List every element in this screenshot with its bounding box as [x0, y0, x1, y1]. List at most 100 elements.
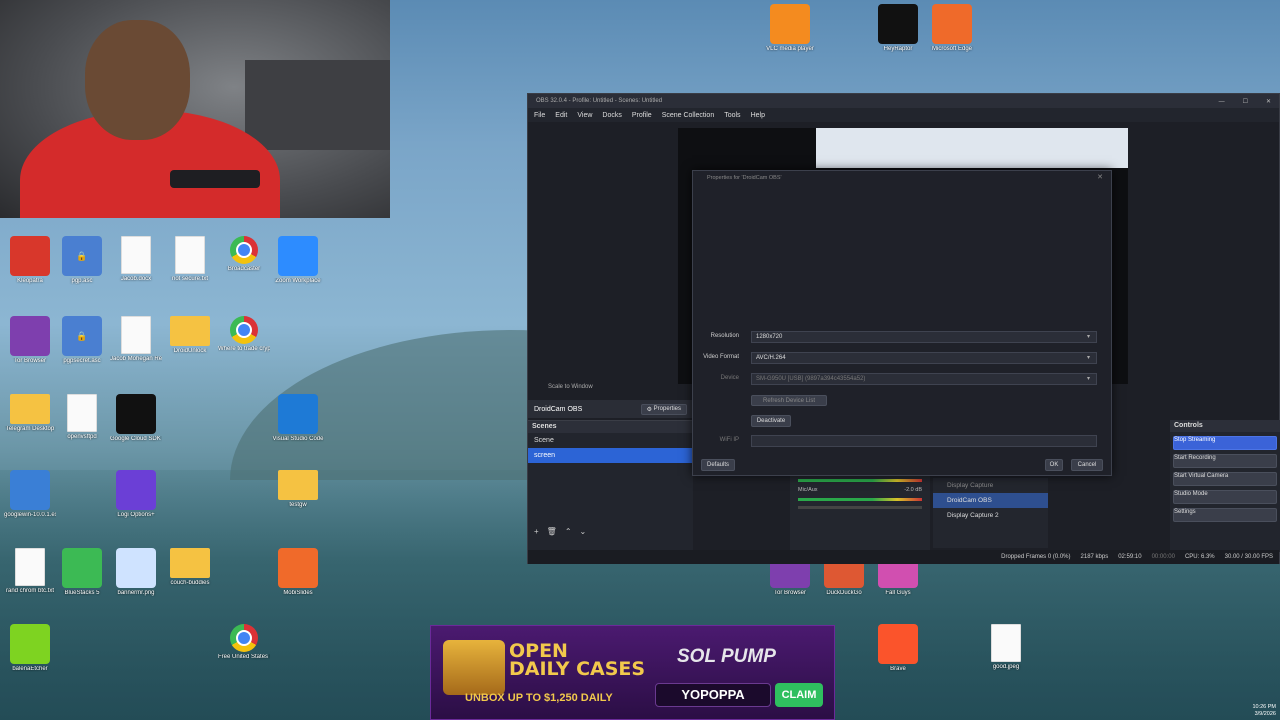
desktop-icon[interactable]: Logi Options+	[110, 470, 162, 519]
desktop-icon[interactable]: Tor Browser	[4, 316, 56, 365]
ok-button[interactable]: OK	[1045, 459, 1063, 471]
desktop-icon[interactable]: couch-buddies	[164, 548, 216, 587]
desktop-icon[interactable]: VLC media player	[764, 4, 816, 53]
source-item-selected[interactable]: DroidCam OBS	[933, 493, 1048, 508]
desktop-icon[interactable]: BlueStacks 5	[56, 548, 108, 597]
deactivate-button[interactable]: Deactivate	[751, 415, 791, 427]
menu-tools[interactable]: Tools	[724, 112, 740, 119]
desktop-icon[interactable]: MobiSlides	[272, 548, 324, 597]
audio-mixer: Mic/Aux -2.0 dB	[790, 474, 930, 550]
treasure-chest-icon	[443, 640, 505, 695]
properties-button[interactable]: ⚙ Properties	[640, 403, 687, 415]
desktop-icon[interactable]: Telegram Desktop	[4, 394, 56, 433]
close-icon[interactable]: ✕	[1266, 99, 1271, 105]
cancel-button[interactable]: Cancel	[1071, 459, 1103, 471]
menu-edit[interactable]: Edit	[555, 112, 567, 119]
desktop-icon[interactable]: not secure.txt	[164, 236, 216, 283]
refresh-device-list-button[interactable]: Refresh Device List	[751, 395, 827, 406]
desktop-icon[interactable]: rand chrom btc.txt	[4, 548, 56, 595]
down-icon[interactable]: ⌄	[580, 527, 595, 536]
tray-time: 10:26 PM	[1252, 704, 1276, 710]
close-icon[interactable]: ✕	[1097, 173, 1103, 181]
menu-file[interactable]: File	[534, 112, 545, 119]
document-icon	[175, 236, 205, 274]
desktop-icon[interactable]: Google Cloud SDK Shell	[110, 394, 162, 443]
scene-item[interactable]: Scene	[528, 433, 693, 448]
desktop-icon[interactable]: Jacob.docx	[110, 236, 162, 283]
webcam-person-head	[85, 20, 190, 140]
desktop-icon[interactable]: balenaEtcher	[4, 624, 56, 673]
desktop-icon[interactable]: good.jpeg	[980, 624, 1032, 671]
system-tray-clock[interactable]: 10:26 PM 3/9/2026	[1252, 704, 1276, 718]
defaults-button[interactable]: Defaults	[701, 459, 735, 471]
desktop-icon[interactable]: Brave	[872, 624, 924, 673]
desktop-icon[interactable]: Free United States Proxy List (283...	[218, 624, 270, 661]
mixer-row: Mic/Aux -2.0 dB	[790, 487, 930, 493]
properties-label: Properties	[653, 406, 681, 412]
device-select[interactable]: SM-G950U [USB] (9897a394c43554a52) ▾	[751, 373, 1097, 385]
app-icon	[878, 624, 918, 664]
promo-code: YOPOPPA	[655, 683, 771, 707]
desktop-icon[interactable]: openvsftpd	[56, 394, 108, 441]
source-item[interactable]: Display Capture	[933, 478, 1048, 493]
document-icon	[15, 548, 45, 586]
menu-scene-collection[interactable]: Scene Collection	[662, 112, 715, 119]
desktop-icon[interactable]: Broadcaster	[218, 236, 270, 273]
desktop-icon[interactable]: Zoom Workplace	[272, 236, 324, 285]
source-item[interactable]: Display Capture 2	[933, 508, 1048, 523]
desktop-icon-label: Microsoft Edge	[931, 46, 973, 52]
zoom-label[interactable]: Scale to Window	[548, 384, 593, 390]
promo-banner[interactable]: OPEN DAILY CASES UNBOX UP TO $1,250 DAILY…	[430, 625, 835, 720]
dialog-title: Properties for 'DroidCam OBS'	[707, 175, 782, 181]
scene-item-selected[interactable]: screen	[528, 448, 693, 463]
desktop-icon[interactable]: bannermr.png	[110, 548, 162, 597]
start-recording-button[interactable]: Start Recording	[1173, 454, 1277, 468]
desktop-icon[interactable]: Visual Studio Code	[272, 394, 324, 443]
menu-view[interactable]: View	[577, 112, 592, 119]
maximize-icon[interactable]: ☐	[1243, 99, 1248, 105]
desktop-icon[interactable]: 🔒 pgpsecret.asc	[56, 316, 108, 365]
chrome-icon	[230, 236, 258, 264]
menu-profile[interactable]: Profile	[632, 112, 652, 119]
desktop-icon-label: Free United States Proxy List (283...	[218, 654, 270, 660]
minimize-icon[interactable]: —	[1219, 99, 1225, 105]
obs-titlebar[interactable]: OBS 32.0.4 - Profile: Untitled - Scenes:…	[528, 94, 1279, 108]
trash-icon[interactable]: 🗑	[547, 527, 565, 536]
desktop-icon[interactable]: googlewin-10.0.1.exe	[4, 470, 56, 519]
desktop-icon[interactable]: Kleopatra	[4, 236, 56, 285]
app-icon	[278, 548, 318, 588]
menu-help[interactable]: Help	[751, 112, 765, 119]
webcam-background-shelf	[245, 60, 390, 150]
volume-slider[interactable]	[798, 506, 922, 509]
desktop-icon[interactable]: HeyRaptor	[872, 4, 924, 53]
obs-statusbar: Dropped Frames 0 (0.0%) 2187 kbps 02:59:…	[528, 550, 1279, 564]
audio-meter-desktop	[798, 479, 922, 482]
desktop-icon[interactable]: Microsoft Edge	[926, 4, 978, 53]
wifi-ip-input[interactable]	[751, 435, 1097, 447]
claim-button[interactable]: CLAIM	[775, 683, 823, 707]
desktop-icon-label: rand chrom btc.txt	[5, 588, 55, 594]
app-icon	[770, 4, 810, 44]
video-format-value: AVC/H.264	[756, 355, 786, 361]
device-row: Device SM-G950U [USB] (9897a394c43554a52…	[693, 373, 1103, 385]
desktop-icon-label: testgw	[289, 502, 307, 508]
video-format-select[interactable]: AVC/H.264 ▾	[751, 352, 1097, 364]
desktop-icon[interactable]: Where to trade crypto PERP Futures	[218, 316, 270, 353]
desktop-icon[interactable]: DroidUnlock	[164, 316, 216, 355]
menu-docks[interactable]: Docks	[602, 112, 621, 119]
up-icon[interactable]: ⌃	[565, 527, 580, 536]
settings-button[interactable]: Settings	[1173, 508, 1277, 522]
lock-icon: 🔒	[62, 236, 102, 276]
desktop-icon-label: DroidUnlock	[173, 348, 207, 354]
obs-preview-desktop-capture	[816, 128, 1128, 168]
desktop-icon[interactable]: testgw	[272, 470, 324, 509]
folder-icon	[10, 394, 50, 424]
start-virtual-camera-button[interactable]: Start Virtual Camera	[1173, 472, 1277, 486]
desktop-icon[interactable]: Jacob Mohegan Resume.pdf	[110, 316, 162, 363]
studio-mode-button[interactable]: Studio Mode	[1173, 490, 1277, 504]
stop-streaming-button[interactable]: Stop Streaming	[1173, 436, 1277, 450]
desktop-icon[interactable]: 🔒 pgp.asc	[56, 236, 108, 285]
add-icon[interactable]: +	[534, 527, 547, 536]
resolution-select[interactable]: 1280x720 ▾	[751, 331, 1097, 343]
desktop-icon-label: Brave	[890, 666, 906, 672]
